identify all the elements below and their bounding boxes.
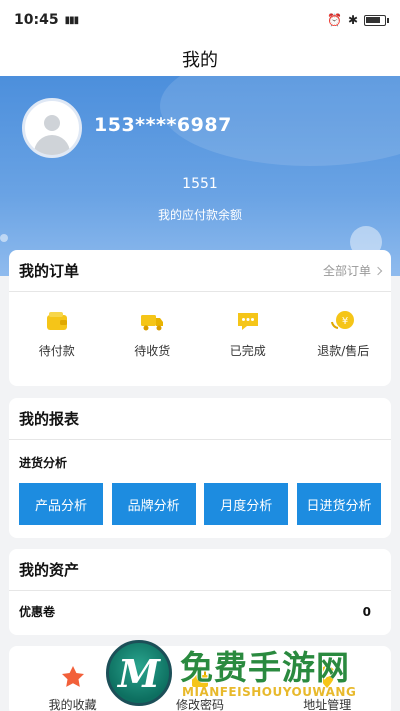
alarm-icon: ⏰	[326, 13, 342, 27]
shortcut-label: 修改密码	[175, 698, 224, 711]
chevron-right-icon	[373, 266, 383, 275]
orders-header: 我的订单 全部订单	[9, 250, 391, 292]
lock-icon	[191, 666, 208, 687]
signal-icon: ▮▮▮	[64, 14, 79, 26]
order-refund[interactable]: ¥ 退款/售后	[303, 308, 383, 359]
all-orders-link[interactable]: 全部订单	[322, 262, 383, 279]
order-status-row: 待付款 待收货 已完成 ¥ 退款/售后	[9, 292, 391, 359]
chat-icon	[237, 313, 258, 330]
coupon-row[interactable]: 优惠卷 0	[9, 591, 391, 620]
status-left: 10:45 ▮▮▮	[14, 12, 79, 28]
hero-bubble-small	[0, 234, 8, 242]
order-pending-payment[interactable]: 待付款	[17, 308, 97, 359]
shortcut-label: 我的收藏	[48, 698, 97, 711]
brand-analysis-button[interactable]: 品牌分析	[111, 483, 196, 525]
order-item-label: 待付款	[38, 344, 75, 358]
assets-title: 我的资产	[19, 561, 80, 579]
favorites-item[interactable]: 我的收藏	[28, 664, 118, 711]
coupon-label: 优惠卷	[19, 605, 56, 619]
change-password-item[interactable]: 修改密码	[155, 664, 245, 711]
status-time: 10:45	[14, 12, 59, 28]
monthly-analysis-button[interactable]: 月度分析	[204, 483, 289, 525]
svg-text:¥: ¥	[342, 316, 348, 327]
balance-label: 我的应付款余额	[157, 208, 242, 222]
reports-card: 我的报表 进货分析 产品分析 品牌分析 月度分析 日进货分析	[9, 398, 391, 538]
order-completed[interactable]: 已完成	[208, 308, 288, 359]
profile-header: 153****6987 1551 我的应付款余额	[0, 76, 400, 276]
star-icon	[61, 666, 84, 687]
shortcut-label: 地址管理	[303, 698, 352, 711]
reports-title: 我的报表	[19, 410, 80, 428]
orders-card: 我的订单 全部订单 待付款 待收货 已完成 ¥ 退款/售后	[9, 250, 391, 386]
battery-icon	[364, 14, 389, 26]
avatar-body-icon	[34, 135, 70, 155]
assets-card: 我的资产 优惠卷 0	[9, 549, 391, 635]
shortcuts-row: 我的收藏 修改密码 地址管理	[9, 646, 391, 711]
user-phone[interactable]: 153****6987	[94, 114, 232, 136]
avatar-head-icon	[44, 115, 60, 131]
order-item-label: 待收货	[134, 344, 171, 358]
all-orders-label: 全部订单	[322, 264, 371, 278]
coupon-value: 0	[362, 604, 371, 619]
refund-icon: ¥	[331, 311, 355, 329]
nav-bar: 我的	[0, 40, 400, 78]
order-pending-receipt[interactable]: 待收货	[112, 308, 192, 359]
reports-header: 我的报表	[9, 398, 391, 440]
wallet-icon	[46, 312, 67, 330]
order-item-label: 退款/售后	[317, 344, 370, 358]
address-management-item[interactable]: 地址管理	[282, 664, 372, 711]
avatar[interactable]	[22, 98, 82, 158]
status-bar: 10:45 ▮▮▮ ⏰ ✱	[0, 0, 400, 40]
truck-icon	[141, 315, 164, 331]
assets-header: 我的资产	[9, 549, 391, 591]
shortcuts-card: 我的收藏 修改密码 地址管理	[9, 646, 391, 711]
analysis-buttons: 产品分析 品牌分析 月度分析 日进货分析	[9, 471, 391, 525]
status-right: ⏰ ✱	[326, 13, 389, 27]
location-icon	[319, 666, 336, 688]
bluetooth-icon: ✱	[347, 13, 358, 27]
daily-purchase-analysis-button[interactable]: 日进货分析	[296, 483, 381, 525]
orders-title: 我的订单	[19, 262, 80, 280]
product-analysis-button[interactable]: 产品分析	[19, 483, 103, 525]
balance-value: 1551	[182, 176, 218, 192]
purchase-analysis-label: 进货分析	[19, 456, 68, 470]
order-item-label: 已完成	[229, 344, 266, 358]
page-title: 我的	[182, 50, 218, 71]
